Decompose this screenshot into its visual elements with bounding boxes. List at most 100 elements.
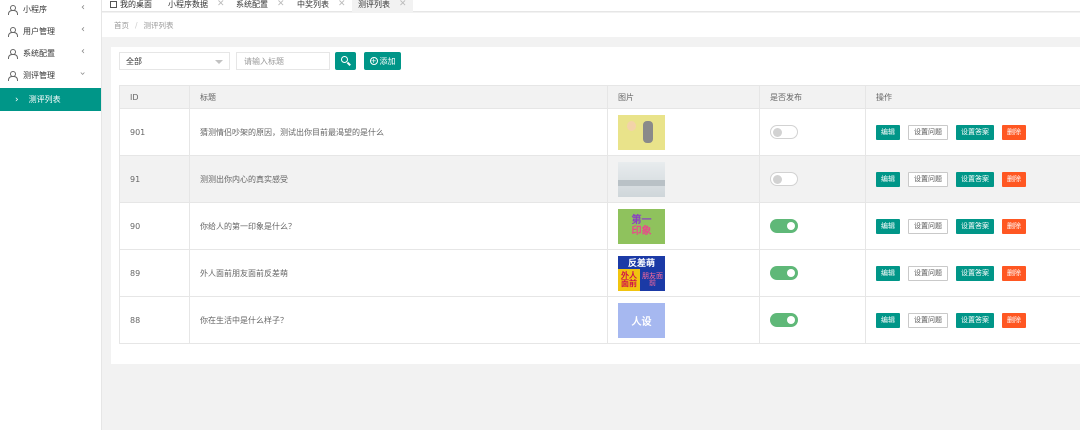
chevron-down-icon: ‹	[77, 71, 89, 76]
tab-label: 中奖列表	[297, 0, 329, 9]
thumb-text: 反差萌	[618, 255, 665, 269]
set-answer-button[interactable]: 设置答案	[956, 171, 994, 187]
search-button[interactable]	[335, 52, 356, 70]
select-value: 全部	[126, 56, 142, 66]
tab-label: 系统配置	[236, 0, 268, 9]
edit-button[interactable]: 编辑	[876, 124, 900, 140]
sidebar-item-evaluation-list[interactable]: › 测评列表	[0, 88, 101, 111]
set-answer-button[interactable]: 设置答案	[956, 312, 994, 328]
cell-image: 第一 印象	[607, 202, 760, 250]
sidebar-item-label: 测评列表	[28, 95, 61, 104]
sidebar-item-evaluation[interactable]: 测评管理 ‹	[0, 64, 101, 86]
col-header-published: 是否发布	[759, 85, 866, 109]
set-question-button[interactable]: 设置问题	[908, 312, 948, 328]
thumbnail-image: 人设	[618, 302, 665, 338]
thumbnail-image	[618, 161, 665, 197]
chevron-left-icon: ‹	[81, 46, 85, 57]
cell-title: 你在生活中是什么样子？	[189, 296, 608, 344]
tab-desktop[interactable]: 我的桌面	[110, 0, 152, 12]
cell-id: 90	[119, 202, 190, 250]
table-row: 90 你给人的第一印象是什么？ 第一 印象 编辑 设置问题 设置答案 删除	[119, 202, 1080, 250]
tab-label: 我的桌面	[120, 0, 152, 9]
set-question-button[interactable]: 设置问题	[908, 124, 948, 140]
cell-title: 猜测情侣吵架的原因，测试出你目前最渴望的是什么	[189, 108, 608, 156]
status-select[interactable]: 全部	[119, 52, 230, 70]
cell-actions: 编辑 设置问题 设置答案 删除	[865, 296, 1080, 344]
table-header: ID 标题 图片 是否发布 操作	[119, 85, 1080, 109]
edit-button[interactable]: 编辑	[876, 265, 900, 281]
table-row: 91 测测出你内心的真实感受 编辑 设置问题 设置答案 删除	[119, 155, 1080, 203]
tab-bar: 我的桌面 小程序数据 ✕ 系统配置 ✕ 中奖列表 ✕ 测评列表 ✕	[102, 0, 1080, 12]
edit-button[interactable]: 编辑	[876, 312, 900, 328]
user-icon	[8, 70, 18, 81]
close-icon[interactable]: ✕	[399, 0, 407, 9]
sidebar-item-miniprogram[interactable]: 小程序 ‹	[0, 0, 101, 20]
search-placeholder: 请输入标题	[244, 56, 284, 66]
sidebar-item-label: 小程序	[23, 4, 47, 14]
chevron-left-icon: ‹	[81, 24, 85, 35]
cell-title: 外人面前朋友面前反差萌	[189, 249, 608, 297]
publish-toggle[interactable]	[770, 313, 798, 327]
set-question-button[interactable]: 设置问题	[908, 171, 948, 187]
add-button[interactable]: + 添加	[364, 52, 401, 70]
cell-published	[759, 202, 866, 250]
set-question-button[interactable]: 设置问题	[908, 265, 948, 281]
cell-image: 人设	[607, 296, 760, 344]
delete-button[interactable]: 删除	[1002, 265, 1026, 281]
edit-button[interactable]: 编辑	[876, 218, 900, 234]
edit-button[interactable]: 编辑	[876, 171, 900, 187]
cell-id: 88	[119, 296, 190, 344]
breadcrumb: 首页 / 测评列表	[102, 13, 1080, 37]
close-icon[interactable]: ✕	[277, 0, 285, 9]
publish-toggle[interactable]	[770, 125, 798, 139]
add-circle-icon: +	[369, 56, 378, 65]
cell-image: 反差萌 外人面前 朋友面前	[607, 249, 760, 297]
sidebar-item-system[interactable]: 系统配置 ‹	[0, 42, 101, 64]
thumbnail-image	[618, 114, 665, 150]
tab-evaluation-list[interactable]: 测评列表 ✕	[352, 0, 413, 12]
tab-system-config[interactable]: 系统配置 ✕	[236, 0, 285, 12]
delete-button[interactable]: 删除	[1002, 171, 1026, 187]
user-icon	[8, 4, 18, 15]
publish-toggle[interactable]	[770, 266, 798, 280]
cell-published	[759, 155, 866, 203]
cell-id: 91	[119, 155, 190, 203]
table-row: 88 你在生活中是什么样子？ 人设 编辑 设置问题 设置答案 删除	[119, 296, 1080, 344]
breadcrumb-current: 测评列表	[143, 20, 174, 30]
set-answer-button[interactable]: 设置答案	[956, 124, 994, 140]
tab-miniprogram-data[interactable]: 小程序数据 ✕	[168, 0, 225, 12]
set-answer-button[interactable]: 设置答案	[956, 218, 994, 234]
delete-button[interactable]: 删除	[1002, 312, 1026, 328]
cell-actions: 编辑 设置问题 设置答案 删除	[865, 202, 1080, 250]
close-icon[interactable]: ✕	[338, 0, 346, 9]
col-header-actions: 操作	[865, 85, 1080, 109]
home-icon	[110, 0, 117, 8]
delete-button[interactable]: 删除	[1002, 124, 1026, 140]
thumb-text: 印象	[631, 226, 652, 237]
publish-toggle[interactable]	[770, 172, 798, 186]
set-answer-button[interactable]: 设置答案	[956, 265, 994, 281]
content-panel: 全部 请输入标题 + 添加 ID 标题 图片 是否发布 操作 901 猜测情侣吵…	[111, 47, 1080, 364]
publish-toggle[interactable]	[770, 219, 798, 233]
thumb-text: 外人面前	[618, 268, 640, 291]
user-icon	[8, 48, 18, 59]
delete-button[interactable]: 删除	[1002, 218, 1026, 234]
cell-published	[759, 249, 866, 297]
cell-title: 测测出你内心的真实感受	[189, 155, 608, 203]
cell-image	[607, 108, 760, 156]
search-input[interactable]: 请输入标题	[236, 52, 330, 70]
sidebar-item-users[interactable]: 用户管理 ‹	[0, 20, 101, 42]
thumbnail-image: 第一 印象	[618, 208, 665, 244]
sidebar-item-label: 系统配置	[23, 48, 55, 58]
chevron-right-icon: ›	[15, 94, 19, 105]
tab-prize-list[interactable]: 中奖列表 ✕	[297, 0, 346, 12]
breadcrumb-home[interactable]: 首页	[114, 20, 129, 31]
set-question-button[interactable]: 设置问题	[908, 218, 948, 234]
breadcrumb-separator: /	[135, 20, 138, 30]
cell-actions: 编辑 设置问题 设置答案 删除	[865, 155, 1080, 203]
close-icon[interactable]: ✕	[217, 0, 225, 9]
sidebar: 小程序 ‹ 用户管理 ‹ 系统配置 ‹ 测评管理 ‹ › 测评列表	[0, 0, 102, 430]
cell-published	[759, 296, 866, 344]
col-header-image: 图片	[607, 85, 760, 109]
caret-down-icon	[215, 60, 223, 64]
